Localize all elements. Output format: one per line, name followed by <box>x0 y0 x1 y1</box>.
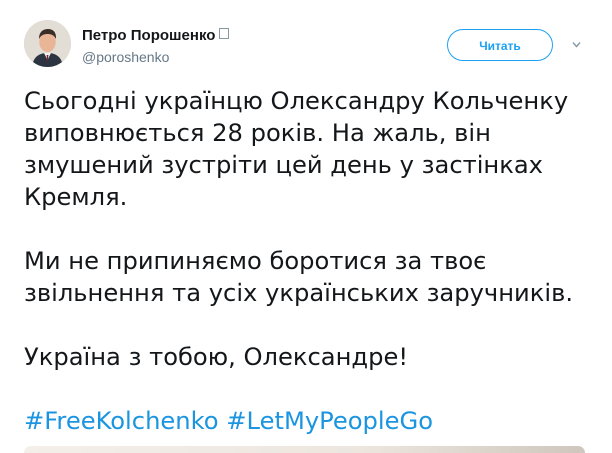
verified-icon <box>219 28 230 39</box>
display-name[interactable]: Петро Порошенко <box>82 26 215 46</box>
follow-button[interactable]: Читать <box>447 29 553 61</box>
tweet-line: Ми не припиняємо боротися за твоє <box>24 247 487 275</box>
tweet-line: Сьогодні українцю Олександру Кольченку <box>24 87 569 115</box>
chevron-down-icon[interactable] <box>572 40 581 49</box>
tweet-line: змушений зустріти цей день у застінках <box>24 151 543 179</box>
media-preview[interactable] <box>24 446 585 453</box>
tweet-line: виповнюється 28 років. На жаль, він <box>24 119 491 147</box>
hashtag-link[interactable]: #LetMyPeopleGo <box>226 407 433 435</box>
tweet-line: звільнення та усіх українських заручникі… <box>24 279 574 307</box>
tweet-card: Петро Порошенко @poroshenko Читать Сього… <box>0 0 612 453</box>
hashtag-link[interactable]: #FreeKolchenko <box>24 407 219 435</box>
user-avatar-icon <box>24 20 71 67</box>
avatar[interactable] <box>24 20 71 67</box>
tweet-line: Кремля. <box>24 183 128 211</box>
hashtag-line: #FreeKolchenko #LetMyPeopleGo <box>24 405 599 437</box>
tweet-text: Сьогодні українцю Олександру Кольченку в… <box>24 85 599 437</box>
author-block: Петро Порошенко @poroshenko <box>82 26 230 66</box>
handle[interactable]: @poroshenko <box>82 48 229 66</box>
tweet-line: Україна з тобою, Олександре! <box>24 343 409 371</box>
